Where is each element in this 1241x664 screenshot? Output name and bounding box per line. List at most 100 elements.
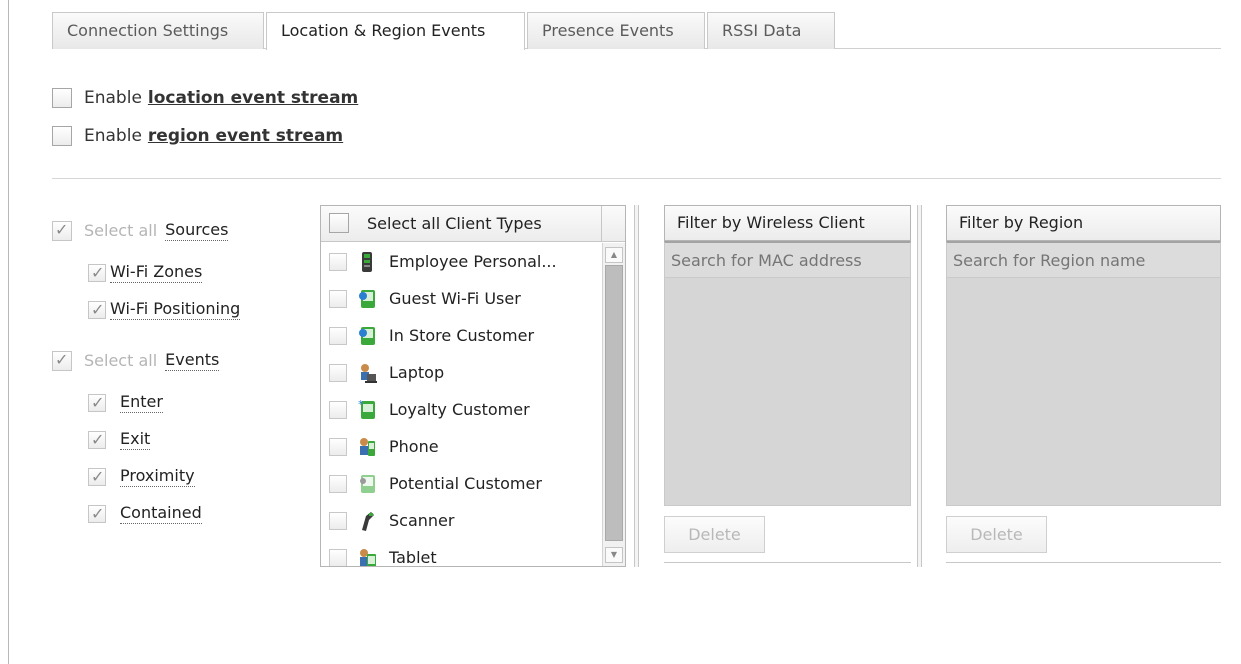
wireless-client-filter-header: Filter by Wireless Client xyxy=(664,205,911,241)
list-item[interactable]: * Loyalty Customer xyxy=(321,391,601,428)
scanner-icon xyxy=(357,510,377,532)
enable-location-stream-row: Enable location event stream xyxy=(52,88,358,108)
enable-region-stream-checkbox[interactable] xyxy=(52,126,72,146)
events-select-all-label: Select all xyxy=(84,351,158,370)
list-item[interactable]: Laptop xyxy=(321,354,601,391)
enable-prefix-label: Enable xyxy=(84,88,142,108)
tab-location-region-events[interactable]: Location & Region Events xyxy=(266,12,525,50)
sources-select-all-row: Select all Sources xyxy=(52,220,229,241)
list-item[interactable]: Scanner xyxy=(321,502,601,539)
list-item[interactable]: Tablet xyxy=(321,539,601,567)
scroll-down-arrow-icon[interactable]: ▼ xyxy=(605,547,623,563)
scrollbar-thumb[interactable] xyxy=(605,265,623,541)
client-type-label: Tablet xyxy=(389,548,437,567)
events-select-all-checkbox[interactable] xyxy=(52,350,72,371)
svg-text:*: * xyxy=(358,399,364,411)
laptop-icon xyxy=(357,362,377,384)
client-list-scrollbar[interactable]: ▲ ▼ xyxy=(602,243,625,566)
panel-baseline xyxy=(664,562,911,563)
header-column-divider xyxy=(601,206,602,242)
loyalty-customer-icon: * xyxy=(357,398,377,421)
client-type-label: Employee Personal... xyxy=(389,252,557,271)
wifi-positioning-label: Wi-Fi Positioning xyxy=(110,299,241,320)
event-enter-checkbox[interactable] xyxy=(88,393,106,412)
client-type-checkbox[interactable] xyxy=(329,474,347,493)
tab-connection-settings[interactable]: Connection Settings xyxy=(52,12,264,49)
mac-address-search-input[interactable] xyxy=(664,241,911,278)
guest-user-icon xyxy=(357,288,377,310)
region-filter-header: Filter by Region xyxy=(946,205,1221,241)
event-contained-checkbox[interactable] xyxy=(88,504,106,523)
scroll-up-arrow-icon[interactable]: ▲ xyxy=(605,247,623,263)
panel-baseline xyxy=(946,562,1221,563)
event-item: Contained xyxy=(88,503,202,524)
column-splitter[interactable] xyxy=(634,205,639,567)
client-type-checkbox[interactable] xyxy=(329,400,347,419)
client-type-label: Phone xyxy=(389,437,439,456)
region-filter-panel: Filter by Region Delete xyxy=(946,205,1221,563)
column-splitter[interactable] xyxy=(917,205,922,567)
client-type-label: Loyalty Customer xyxy=(389,400,530,419)
client-type-checkbox[interactable] xyxy=(329,548,347,566)
sources-title: Sources xyxy=(165,220,229,241)
list-item[interactable]: Phone xyxy=(321,428,601,465)
employee-device-icon xyxy=(357,251,377,273)
client-types-header: Select all Client Types xyxy=(321,206,625,242)
client-type-checkbox[interactable] xyxy=(329,511,347,530)
client-type-checkbox[interactable] xyxy=(329,363,347,382)
client-type-label: Potential Customer xyxy=(389,474,542,493)
client-type-label: Laptop xyxy=(389,363,445,382)
client-type-label: In Store Customer xyxy=(389,326,535,345)
client-type-checkbox[interactable] xyxy=(329,326,347,345)
sources-select-all-label: Select all xyxy=(84,221,158,240)
tab-presence-events[interactable]: Presence Events xyxy=(527,12,705,49)
phone-icon xyxy=(357,436,377,458)
client-type-label: Guest Wi-Fi User xyxy=(389,289,521,308)
tab-bar: Connection Settings Location & Region Ev… xyxy=(52,12,1221,50)
enable-prefix-label: Enable xyxy=(84,126,142,146)
wireless-client-delete-button[interactable]: Delete xyxy=(664,516,765,553)
event-item: Enter xyxy=(88,392,163,413)
section-divider xyxy=(52,178,1221,179)
event-exit-checkbox[interactable] xyxy=(88,430,106,449)
wifi-positioning-checkbox[interactable] xyxy=(88,300,106,319)
client-type-label: Scanner xyxy=(389,511,455,530)
event-proximity-checkbox[interactable] xyxy=(88,467,106,486)
source-item: Wi-Fi Positioning xyxy=(88,299,241,320)
client-type-checkbox[interactable] xyxy=(329,252,347,271)
enable-region-stream-row: Enable region event stream xyxy=(52,126,343,146)
event-enter-label: Enter xyxy=(120,392,163,413)
event-proximity-label: Proximity xyxy=(120,466,195,487)
wireless-client-filter-list xyxy=(664,278,911,506)
list-item[interactable]: Potential Customer xyxy=(321,465,601,502)
region-delete-button[interactable]: Delete xyxy=(946,516,1047,553)
tab-rssi-data[interactable]: RSSI Data xyxy=(707,12,835,49)
client-types-list[interactable]: Employee Personal... Guest Wi-Fi User In… xyxy=(321,243,601,567)
list-item[interactable]: Employee Personal... xyxy=(321,243,601,280)
left-frame-border xyxy=(8,0,9,664)
enable-location-stream-checkbox[interactable] xyxy=(52,88,72,108)
sources-select-all-checkbox[interactable] xyxy=(52,220,72,241)
region-filter-list xyxy=(946,278,1221,506)
client-type-checkbox[interactable] xyxy=(329,437,347,456)
event-exit-label: Exit xyxy=(120,429,151,450)
location-event-stream-link[interactable]: location event stream xyxy=(148,88,358,108)
events-select-all-row: Select all Events xyxy=(52,350,220,371)
wireless-client-filter-panel: Filter by Wireless Client Delete xyxy=(664,205,911,563)
region-name-search-input[interactable] xyxy=(946,241,1221,278)
tablet-icon xyxy=(357,547,377,566)
event-item: Exit xyxy=(88,429,151,450)
event-contained-label: Contained xyxy=(120,503,202,524)
wifi-zones-label: Wi-Fi Zones xyxy=(110,262,203,283)
store-customer-icon xyxy=(357,325,377,347)
source-item: Wi-Fi Zones xyxy=(88,262,203,283)
wifi-zones-checkbox[interactable] xyxy=(88,263,106,282)
select-all-client-types-checkbox[interactable] xyxy=(329,213,349,233)
list-item[interactable]: In Store Customer xyxy=(321,317,601,354)
potential-customer-icon xyxy=(357,473,377,495)
region-event-stream-link[interactable]: region event stream xyxy=(148,126,343,146)
event-item: Proximity xyxy=(88,466,195,487)
client-types-header-label: Select all Client Types xyxy=(367,214,542,233)
list-item[interactable]: Guest Wi-Fi User xyxy=(321,280,601,317)
client-type-checkbox[interactable] xyxy=(329,289,347,308)
